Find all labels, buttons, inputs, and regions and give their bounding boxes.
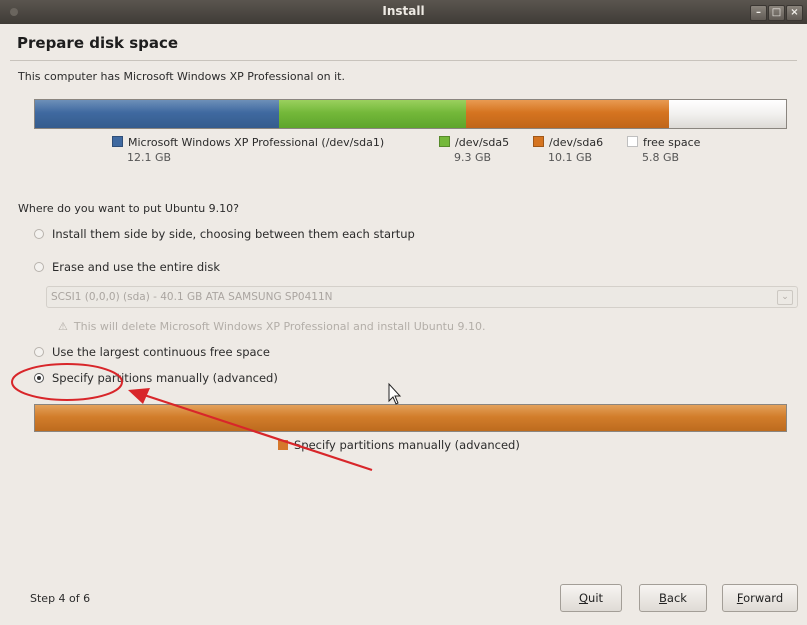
warning-icon: ⚠ [58, 320, 68, 333]
partition-segment-sda1 [35, 100, 279, 128]
partition-segment-free [669, 100, 786, 128]
legend-swatch-orange [533, 136, 544, 147]
legend-item-sda5: /dev/sda5 9.3 GB [439, 135, 509, 165]
legend-swatch-blue [112, 136, 123, 147]
partition-segment-sda5 [278, 100, 466, 128]
legend-label: free space [643, 136, 701, 149]
mouse-pointer-icon [388, 382, 402, 405]
window-title: Install [382, 4, 425, 18]
radio-largest-free[interactable] [34, 347, 44, 357]
legend-item-sda1: Microsoft Windows XP Professional (/dev/… [112, 135, 384, 165]
option-manual[interactable]: Specify partitions manually (advanced) [34, 371, 278, 385]
manual-partition-bar [34, 404, 787, 432]
maximize-button[interactable]: □ [768, 5, 785, 21]
forward-button[interactable]: Forward [722, 584, 798, 612]
window-titlebar: Install – □ × [0, 0, 807, 24]
step-indicator: Step 4 of 6 [30, 592, 91, 605]
radio-side-by-side[interactable] [34, 229, 44, 239]
minimize-button[interactable]: – [750, 5, 767, 21]
back-button[interactable]: Back [639, 584, 707, 612]
option-label: Erase and use the entire disk [52, 260, 221, 274]
radio-manual[interactable] [34, 373, 44, 383]
annotation-arrowhead [128, 388, 150, 404]
intro-text: This computer has Microsoft Windows XP P… [18, 70, 345, 83]
legend-label: /dev/sda6 [549, 136, 604, 149]
divider [10, 60, 797, 61]
annotation-overlay [11, 363, 402, 472]
legend-item-free: free space 5.8 GB [627, 135, 700, 165]
manual-legend: Specify partitions manually (advanced) [278, 438, 520, 452]
option-side-by-side[interactable]: Install them side by side, choosing betw… [34, 227, 415, 241]
legend-size: 10.1 GB [548, 151, 593, 164]
option-label: Install them side by side, choosing betw… [52, 227, 415, 241]
legend-swatch-white [627, 136, 638, 147]
legend-label: /dev/sda5 [455, 136, 510, 149]
option-label: Use the largest continuous free space [52, 345, 270, 359]
legend-size: 9.3 GB [454, 151, 492, 164]
option-erase-disk[interactable]: Erase and use the entire disk [34, 260, 220, 274]
legend-size: 12.1 GB [127, 151, 172, 164]
radio-erase-disk[interactable] [34, 262, 44, 272]
legend-size: 5.8 GB [642, 151, 680, 164]
option-label: Specify partitions manually (advanced) [52, 371, 278, 385]
partition-segment-sda6 [465, 100, 670, 128]
legend-swatch-orange [278, 440, 288, 450]
erase-warning: ⚠ This will delete Microsoft Windows XP P… [58, 320, 485, 333]
option-largest-free[interactable]: Use the largest continuous free space [34, 345, 270, 359]
legend-label: Microsoft Windows XP Professional (/dev/… [128, 136, 385, 149]
page-title: Prepare disk space [17, 34, 179, 52]
close-button[interactable]: × [786, 5, 803, 21]
warning-text: This will delete Microsoft Windows XP Pr… [73, 320, 486, 333]
quit-button[interactable]: Quit [560, 584, 622, 612]
install-question: Where do you want to put Ubuntu 9.10? [18, 202, 239, 215]
legend-swatch-green [439, 136, 450, 147]
manual-legend-label: Specify partitions manually (advanced) [294, 438, 520, 452]
disk-select-value: SCSI1 (0,0,0) (sda) - 40.1 GB ATA SAMSUN… [51, 291, 333, 303]
chevron-down-icon[interactable]: ⌄ [777, 290, 793, 305]
disk-partition-bar [34, 99, 787, 129]
disk-select[interactable]: SCSI1 (0,0,0) (sda) - 40.1 GB ATA SAMSUN… [46, 286, 798, 308]
legend-item-sda6: /dev/sda6 10.1 GB [533, 135, 603, 165]
